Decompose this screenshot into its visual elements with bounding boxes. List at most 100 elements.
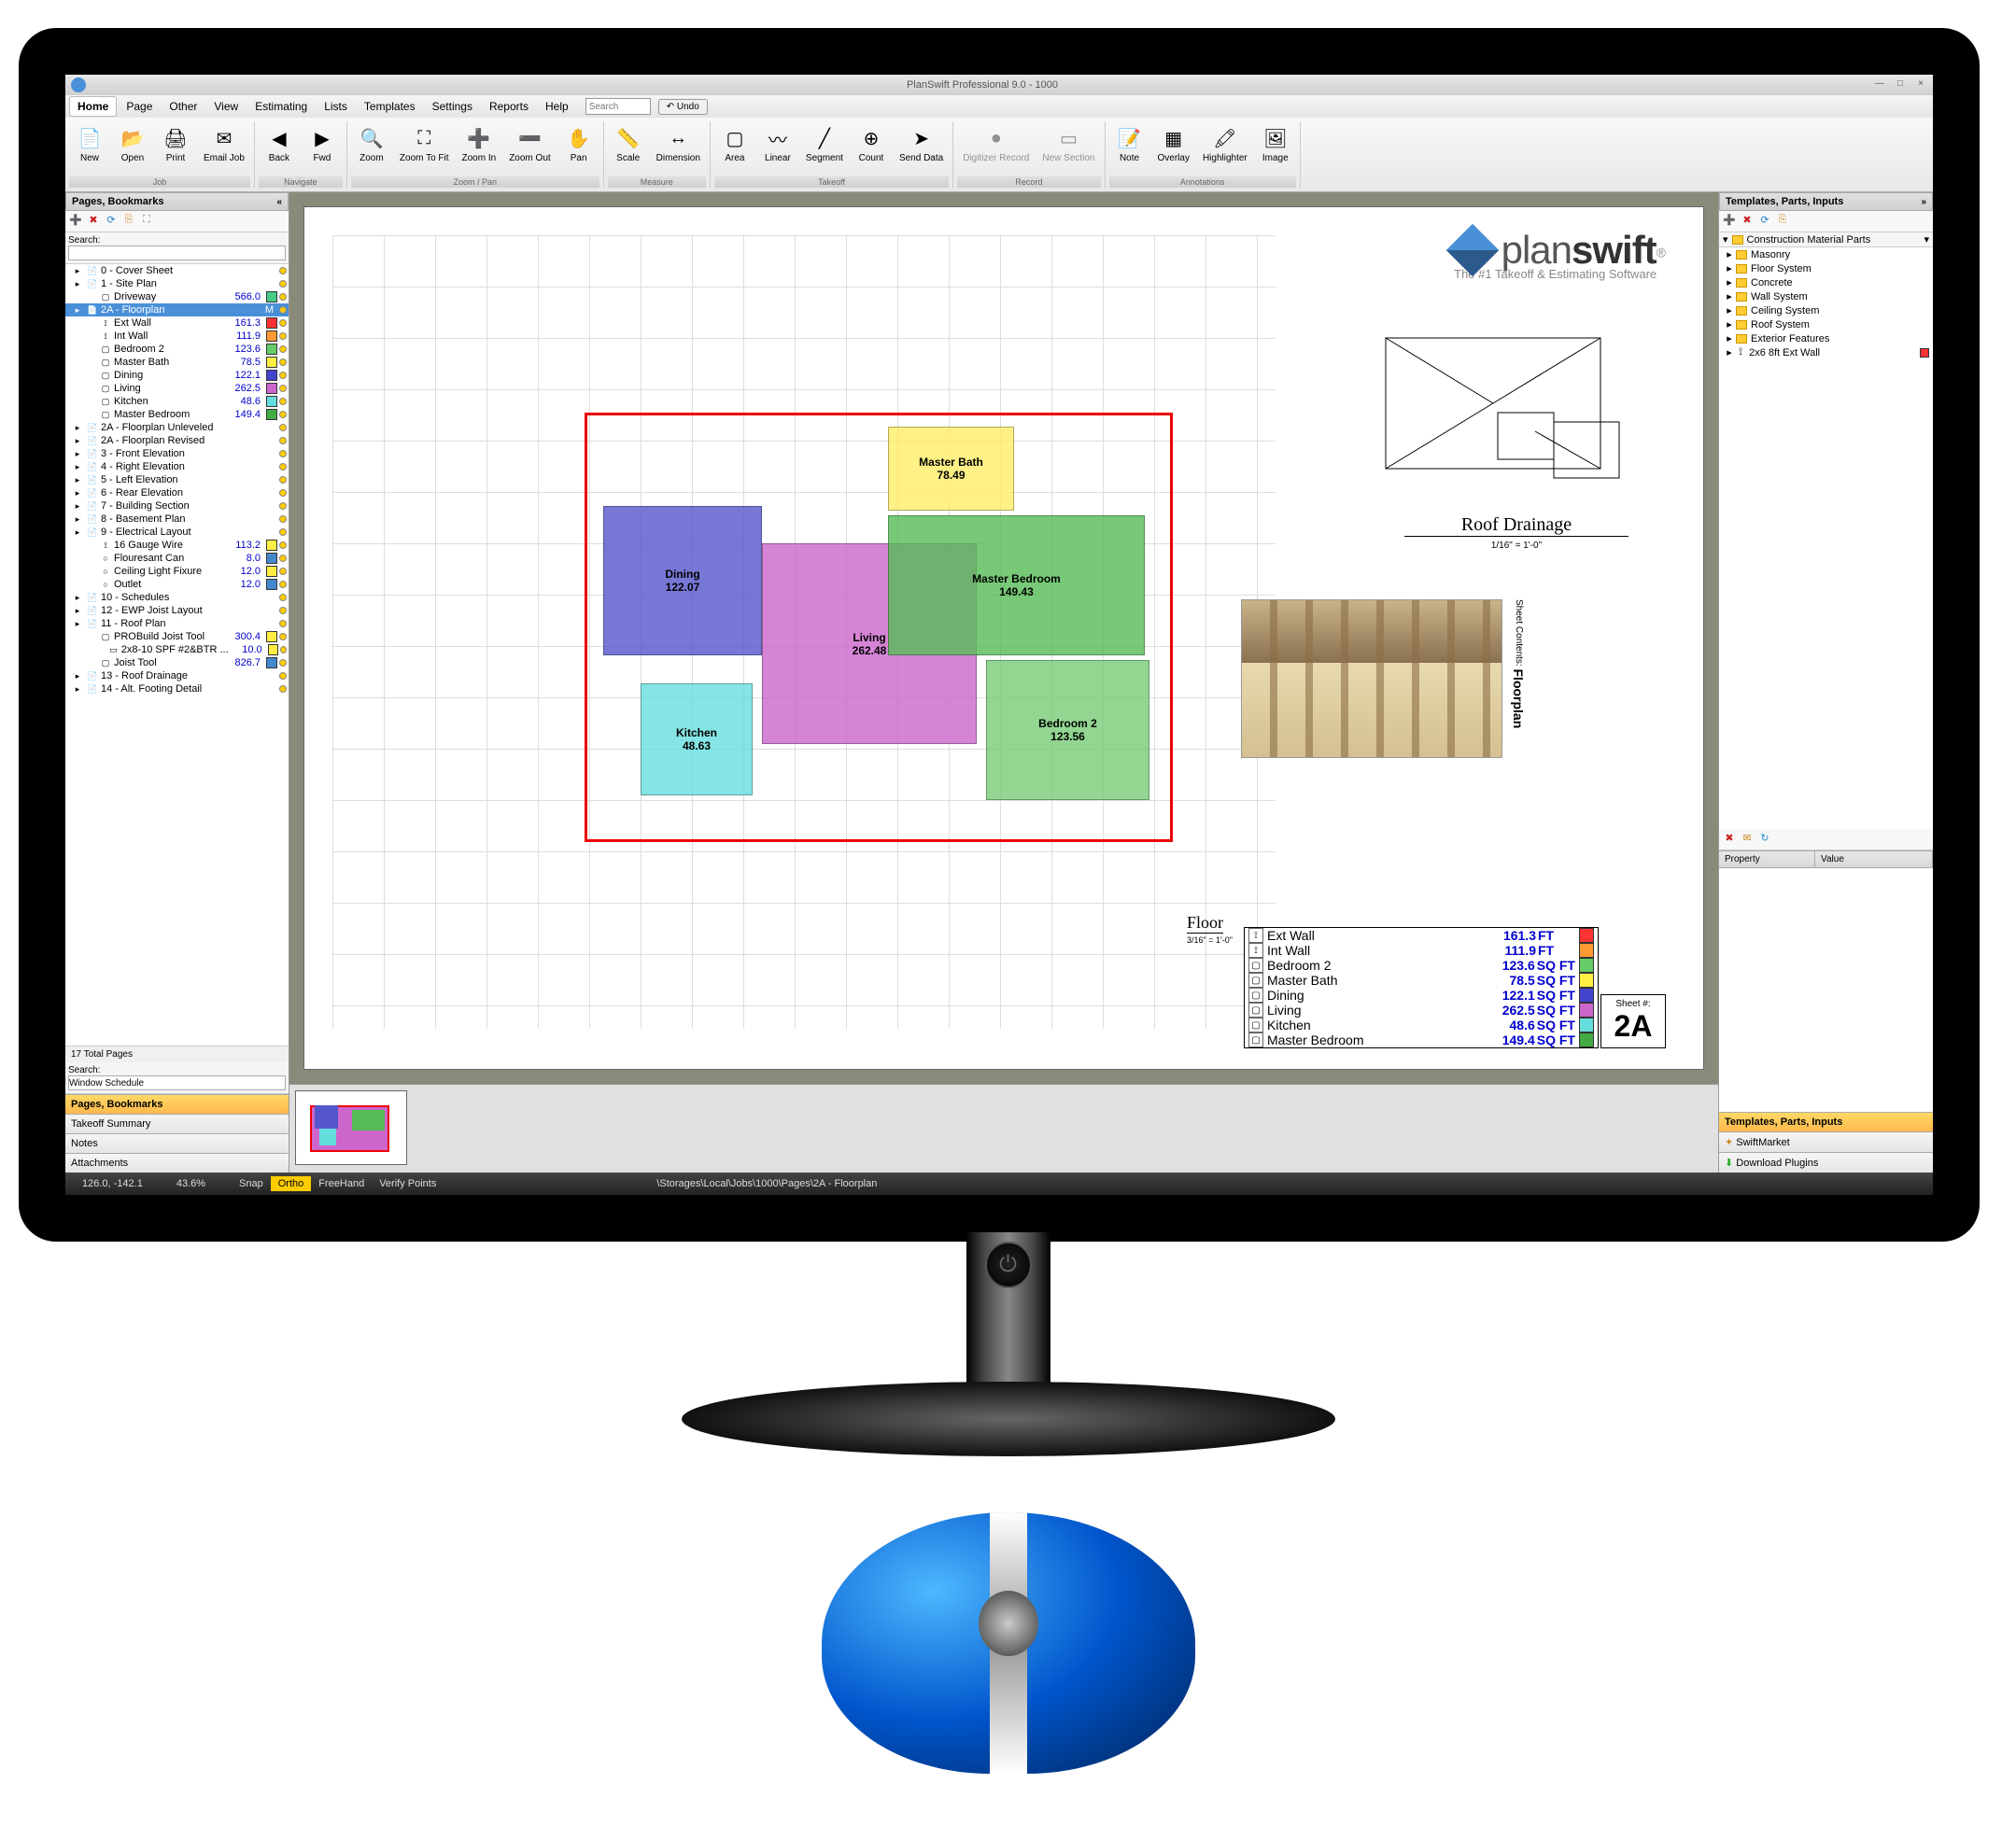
right-toolbar-btn-0[interactable]: ➕ xyxy=(1722,214,1737,229)
tree-row[interactable]: ▢Bedroom 2123.6 xyxy=(65,343,289,356)
room-kitchen[interactable]: Kitchen48.63 xyxy=(641,683,753,795)
overlay-button[interactable]: ▦Overlay xyxy=(1152,121,1195,165)
send-data-button[interactable]: ➤Send Data xyxy=(894,121,949,165)
tree-row[interactable]: ▭2x8-10 SPF #2&BTR ...10.0 xyxy=(65,643,289,656)
tree-row[interactable]: ▸📄2A - FloorplanM xyxy=(65,303,289,316)
tree-row[interactable]: ▸📄4 - Right Elevation xyxy=(65,460,289,473)
status-mode-ortho[interactable]: Ortho xyxy=(271,1176,312,1191)
expand-icon[interactable]: ▸ xyxy=(71,435,84,446)
undo-button[interactable]: ↶ Undo xyxy=(658,99,708,115)
accordion-swiftmarket[interactable]: ✦ SwiftMarket xyxy=(1719,1131,1933,1152)
expand-icon[interactable]: ▸ xyxy=(71,265,84,276)
tree-row[interactable]: ▢Master Bath78.5 xyxy=(65,356,289,369)
expand-icon[interactable]: ▸ xyxy=(71,618,84,629)
expand-icon[interactable] xyxy=(84,370,97,381)
expand-icon[interactable]: ▸ xyxy=(71,448,84,459)
tree-row[interactable]: ▸📄8 - Basement Plan xyxy=(65,513,289,526)
menu-home[interactable]: Home xyxy=(69,96,117,117)
menu-lists[interactable]: Lists xyxy=(317,97,355,116)
expand-icon[interactable] xyxy=(84,566,97,577)
status-mode-freehand[interactable]: FreeHand xyxy=(311,1176,372,1191)
template-tree-row[interactable]: ▸⟟2x6 8ft Ext Wall xyxy=(1719,345,1933,359)
collapse-left-icon[interactable]: « xyxy=(276,197,282,207)
template-tree-row[interactable]: ▸Wall System xyxy=(1719,289,1933,303)
expand-icon[interactable]: ▸ xyxy=(71,487,84,499)
templates-tree[interactable]: ▾Construction Material Parts▾▸Masonry▸Fl… xyxy=(1719,232,1933,829)
menu-estimating[interactable]: Estimating xyxy=(247,97,315,116)
right-toolbar-btn-2[interactable]: ⟳ xyxy=(1757,214,1772,229)
expand-icon[interactable]: ▸ xyxy=(1723,304,1736,316)
room-master-bedroom[interactable]: Master Bedroom149.43 xyxy=(888,515,1145,655)
tree-row[interactable]: ▢PROBuild Joist Tool300.4 xyxy=(65,630,289,643)
tree-row[interactable]: ▸📄2A - Floorplan Unleveled xyxy=(65,421,289,434)
expand-icon[interactable]: ▸ xyxy=(1723,276,1736,288)
left-toolbar-btn-1[interactable]: ✖ xyxy=(86,214,101,229)
page-thumbnail[interactable] xyxy=(295,1090,407,1165)
zoom-in-button[interactable]: ➕Zoom In xyxy=(457,121,502,165)
left-toolbar-btn-3[interactable]: ⎘ xyxy=(121,214,136,229)
left-toolbar-btn-4[interactable]: ⛶ xyxy=(139,214,154,229)
expand-icon[interactable] xyxy=(84,409,97,420)
linear-button[interactable]: 〰Linear xyxy=(757,121,798,165)
tree-row[interactable]: ⟟Int Wall111.9 xyxy=(65,330,289,343)
tree-row[interactable]: ▢Joist Tool826.7 xyxy=(65,656,289,669)
room-bedroom-2[interactable]: Bedroom 2123.56 xyxy=(986,660,1149,800)
tree-row[interactable]: ▢Driveway566.0 xyxy=(65,290,289,303)
tree-row[interactable]: ○Ceiling Light Fixure12.0 xyxy=(65,565,289,578)
room-dining[interactable]: Dining122.07 xyxy=(603,506,762,655)
zoom-out-button[interactable]: ➖Zoom Out xyxy=(503,121,556,165)
highlighter-button[interactable]: 🖍Highlighter xyxy=(1197,121,1253,165)
left-toolbar-btn-2[interactable]: ⟳ xyxy=(104,214,119,229)
expand-icon[interactable]: ▸ xyxy=(1723,262,1736,274)
menu-help[interactable]: Help xyxy=(538,97,576,116)
expand-icon[interactable] xyxy=(84,344,97,355)
scale-button[interactable]: 📏Scale xyxy=(608,121,649,165)
expand-icon[interactable]: ▸ xyxy=(71,513,84,525)
accordion-attachments[interactable]: Attachments xyxy=(65,1153,289,1173)
expand-icon[interactable]: ▸ xyxy=(71,670,84,681)
expand-icon[interactable] xyxy=(84,631,97,642)
tree-row[interactable]: ▢Living262.5 xyxy=(65,382,289,395)
template-tree-row[interactable]: ▸Concrete xyxy=(1719,275,1933,289)
expand-icon[interactable] xyxy=(84,540,97,551)
accordion-templates-parts-inputs[interactable]: Templates, Parts, Inputs xyxy=(1719,1112,1933,1131)
properties-table[interactable]: Property Value xyxy=(1719,850,1933,1112)
right-mid-btn-0[interactable]: ✖ xyxy=(1722,832,1737,847)
expand-icon[interactable]: ▸ xyxy=(71,422,84,433)
expand-icon[interactable]: ▸ xyxy=(71,527,84,538)
dropdown-icon[interactable]: ▾ xyxy=(1924,233,1929,246)
accordion-download-plugins[interactable]: ⬇ Download Plugins xyxy=(1719,1152,1933,1173)
template-tree-row[interactable]: ▸Masonry xyxy=(1719,247,1933,261)
expand-icon[interactable]: ▸ xyxy=(71,304,84,316)
close-button[interactable]: × xyxy=(1914,78,1927,91)
minimize-button[interactable]: — xyxy=(1873,78,1886,91)
menu-page[interactable]: Page xyxy=(119,97,160,116)
tree-row[interactable]: ▸📄14 - Alt. Footing Detail xyxy=(65,682,289,695)
status-mode-snap[interactable]: Snap xyxy=(232,1176,271,1191)
expand-icon[interactable]: ▸ xyxy=(71,683,84,695)
right-mid-btn-2[interactable]: ↻ xyxy=(1757,832,1772,847)
tree-row[interactable]: ▢Dining122.1 xyxy=(65,369,289,382)
expand-icon[interactable] xyxy=(84,396,97,407)
segment-button[interactable]: ╱Segment xyxy=(800,121,849,165)
template-tree-row[interactable]: ▸Roof System xyxy=(1719,317,1933,331)
expand-icon[interactable] xyxy=(94,644,106,655)
status-mode-verify-points[interactable]: Verify Points xyxy=(372,1176,444,1191)
expand-icon[interactable] xyxy=(84,357,97,368)
back-button[interactable]: ◀Back xyxy=(259,121,300,165)
template-tree-row[interactable]: ▸Floor System xyxy=(1719,261,1933,275)
tree-row[interactable]: ▸📄6 - Rear Elevation xyxy=(65,486,289,499)
expand-icon[interactable] xyxy=(84,383,97,394)
zoom-to-fit-button[interactable]: ⛶Zoom To Fit xyxy=(394,121,455,165)
menu-other[interactable]: Other xyxy=(162,97,204,116)
accordion-takeoff-summary[interactable]: Takeoff Summary xyxy=(65,1114,289,1133)
tree-row[interactable]: ▸📄12 - EWP Joist Layout xyxy=(65,604,289,617)
tree-row[interactable]: ⟟Ext Wall161.3 xyxy=(65,316,289,330)
tree-row[interactable]: ○Outlet12.0 xyxy=(65,578,289,591)
templates-header-row[interactable]: ▾Construction Material Parts▾ xyxy=(1719,232,1933,247)
expand-icon[interactable]: ▸ xyxy=(1723,290,1736,302)
count-button[interactable]: ⊕Count xyxy=(851,121,892,165)
tree-row[interactable]: ○Flouresant Can8.0 xyxy=(65,552,289,565)
note-button[interactable]: 📝Note xyxy=(1109,121,1150,165)
template-tree-row[interactable]: ▸Ceiling System xyxy=(1719,303,1933,317)
